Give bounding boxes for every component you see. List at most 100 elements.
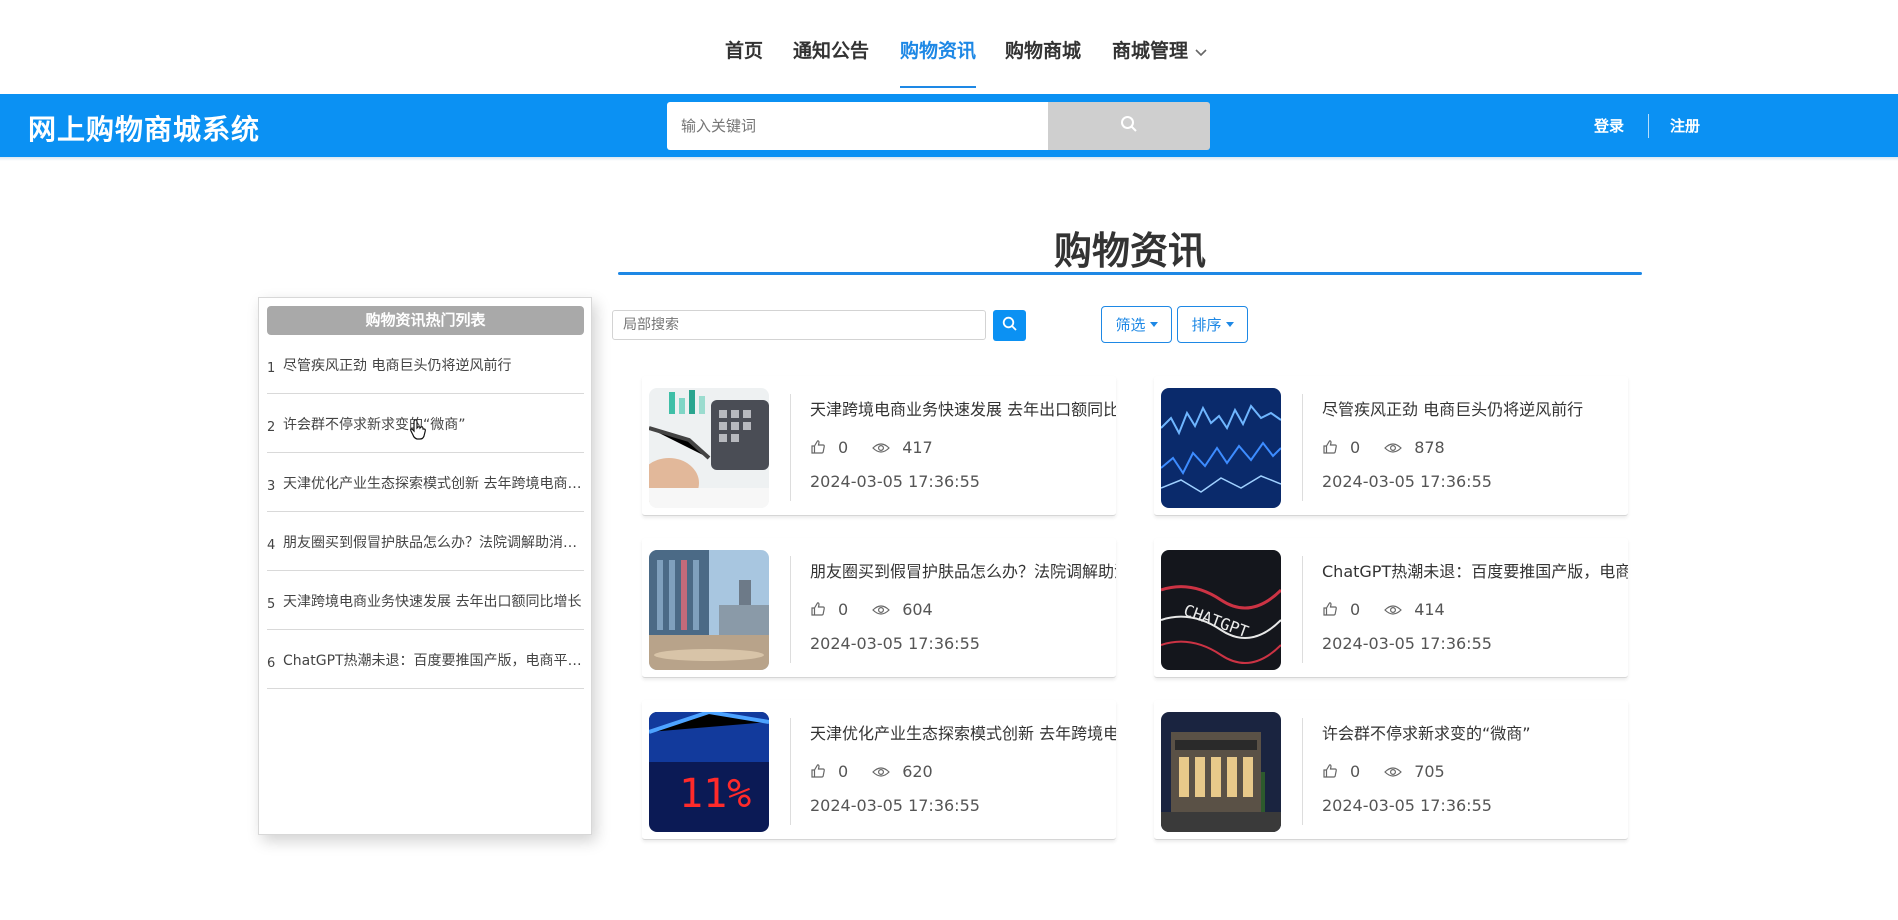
news-card[interactable]: 朋友圈买到假冒护肤品怎么办？法院调解助消费者维权 0 604 2024-03-05 1…	[642, 538, 1116, 678]
card-divider	[1302, 394, 1303, 501]
view-count: 417	[872, 438, 945, 458]
news-thumbnail-image[interactable]	[1161, 388, 1281, 508]
hot-list-panel: 购物资讯热门列表 1 尽管疾风正劲 电商巨头仍将逆风前行 2 许会群不停求新求变的“…	[258, 297, 592, 835]
news-card-date: 2024-03-05 17:36:55	[1322, 796, 1492, 815]
news-card-title[interactable]: 朋友圈买到假冒护肤品怎么办？法院调解助消费者维权	[810, 558, 1116, 582]
like-count-value: 0	[1350, 600, 1361, 619]
like-count[interactable]: 0	[1322, 762, 1372, 783]
view-count: 604	[872, 600, 945, 620]
like-count[interactable]: 0	[810, 438, 860, 459]
news-thumbnail-image[interactable]: 11%	[649, 712, 769, 832]
hot-item-number: 5	[267, 597, 276, 612]
nav-item-mall-management[interactable]: 商城管理	[1112, 36, 1208, 88]
hot-list-item[interactable]: 1 尽管疾风正劲 电商巨头仍将逆风前行	[267, 335, 584, 394]
news-card-stats: 0 620	[810, 762, 957, 783]
hot-item-title: 许会群不停求新求变的“微商”	[283, 417, 466, 433]
news-card-stats: 0 878	[1322, 438, 1469, 459]
filter-label: 筛选	[1115, 316, 1146, 334]
like-count[interactable]: 0	[810, 762, 860, 783]
news-thumbnail-image[interactable]: CHATGPT	[1161, 550, 1281, 670]
local-search-input[interactable]	[612, 310, 986, 340]
hot-list-item[interactable]: 5 天津跨境电商业务快速发展 去年出口额同比增长	[267, 571, 584, 630]
view-count: 878	[1384, 438, 1457, 458]
caret-down-icon	[1149, 322, 1158, 327]
nav-item-label: 购物商城	[1005, 40, 1082, 62]
news-card[interactable]: 天津跨境电商业务快速发展 去年出口额同比增长 0 417 2024-03-05 17:…	[642, 376, 1116, 516]
eye-icon	[872, 601, 891, 620]
view-count: 620	[872, 762, 945, 782]
news-card[interactable]: 11% 天津优化产业生态探索模式创新 去年跨境电商进出口规模同比增长 0 620 202…	[642, 700, 1116, 840]
login-link[interactable]: 登录	[1594, 115, 1624, 136]
thumbs-up-icon	[810, 763, 826, 783]
search-button[interactable]	[1048, 102, 1210, 150]
card-divider	[790, 718, 791, 825]
eye-icon	[872, 763, 891, 782]
hot-list-item[interactable]: 4 朋友圈买到假冒护肤品怎么办？法院调解助消费者维权	[267, 512, 584, 571]
filter-dropdown-button[interactable]: 筛选	[1101, 306, 1172, 343]
auth-divider	[1648, 114, 1649, 138]
like-count-value: 0	[838, 762, 849, 781]
news-thumbnail-image[interactable]	[649, 550, 769, 670]
like-count[interactable]: 0	[810, 600, 860, 621]
nav-item-label: 首页	[725, 40, 764, 62]
like-count[interactable]: 0	[1322, 600, 1372, 621]
news-card-stats: 0 414	[1322, 600, 1469, 621]
like-count-value: 0	[838, 600, 849, 619]
local-search-button[interactable]	[993, 310, 1026, 341]
news-card[interactable]: CHATGPT ChatGPT热潮未退：百度要推国产版，电商平台纷纷布局 0 414 2…	[1154, 538, 1628, 678]
news-card-title[interactable]: 尽管疾风正劲 电商巨头仍将逆风前行	[1322, 396, 1628, 420]
hot-list-item[interactable]: 6 ChatGPT热潮未退：百度要推国产版，电商平台纷纷布局	[267, 630, 584, 689]
like-count[interactable]: 0	[1322, 438, 1372, 459]
view-count-value: 414	[1414, 600, 1445, 620]
news-card[interactable]: 尽管疾风正劲 电商巨头仍将逆风前行 0 878 2024-03-05 17:36:55	[1154, 376, 1628, 516]
nav-item-home[interactable]: 首页	[725, 36, 763, 88]
card-divider	[790, 556, 791, 663]
card-divider	[1302, 718, 1303, 825]
hot-item-number: 1	[267, 361, 276, 376]
view-count-value: 878	[1414, 438, 1445, 458]
hot-item-number: 6	[267, 656, 276, 671]
hot-item-number: 4	[267, 538, 276, 553]
caret-down-icon	[1225, 322, 1234, 327]
news-card-title[interactable]: 许会群不停求新求变的“微商”	[1322, 720, 1628, 744]
news-card-title[interactable]: 天津跨境电商业务快速发展 去年出口额同比增长	[810, 396, 1116, 420]
news-card-title[interactable]: ChatGPT热潮未退：百度要推国产版，电商平台纷纷布局	[1322, 558, 1628, 582]
hot-list-item[interactable]: 3 天津优化产业生态探索模式创新 去年跨境电商进出口规模同比增长	[267, 453, 584, 512]
news-card-stats: 0 705	[1322, 762, 1469, 783]
sort-label: 排序	[1191, 316, 1222, 334]
view-count-value: 604	[902, 600, 933, 620]
news-card[interactable]: 许会群不停求新求变的“微商” 0 705 2024-03-05 17:36:55	[1154, 700, 1628, 840]
news-card-title[interactable]: 天津优化产业生态探索模式创新 去年跨境电商进出口规模同比增长	[810, 720, 1116, 744]
search-icon	[1002, 316, 1018, 336]
hot-item-number: 3	[267, 479, 276, 494]
thumbs-up-icon	[1322, 601, 1338, 621]
like-count-value: 0	[1350, 438, 1361, 457]
like-count-value: 0	[838, 438, 849, 457]
nav-item-notices[interactable]: 通知公告	[793, 36, 869, 88]
news-thumbnail-image[interactable]	[649, 388, 769, 508]
register-link[interactable]: 注册	[1670, 115, 1700, 136]
hot-item-title: 朋友圈买到假冒护肤品怎么办？法院调解助消费者维权	[283, 535, 583, 551]
header-shadow	[0, 157, 1898, 161]
card-divider	[790, 394, 791, 501]
view-count: 414	[1384, 600, 1457, 620]
card-divider	[1302, 556, 1303, 663]
news-card-date: 2024-03-05 17:36:55	[810, 634, 980, 653]
thumbs-up-icon	[1322, 763, 1338, 783]
view-count-value: 705	[1414, 762, 1445, 782]
sort-dropdown-button[interactable]: 排序	[1177, 306, 1248, 343]
header-bar: 网上购物商城系统 登录 注册	[0, 94, 1898, 157]
eye-icon	[1384, 439, 1403, 458]
svg-text:11%: 11%	[679, 771, 751, 817]
title-underline	[618, 272, 1642, 275]
news-card-stats: 0 604	[810, 600, 957, 621]
search-input[interactable]	[667, 102, 1048, 150]
nav-item-shopping-news[interactable]: 购物资讯	[900, 36, 977, 88]
news-thumbnail-image[interactable]	[1161, 712, 1281, 832]
page-title: 购物资讯	[1053, 229, 1206, 273]
eye-icon	[872, 439, 891, 458]
nav-item-shopping-mall[interactable]: 购物商城	[1005, 36, 1081, 88]
view-count-value: 417	[902, 438, 933, 458]
thumbs-up-icon	[810, 439, 826, 459]
nav-item-label: 通知公告	[793, 40, 870, 62]
